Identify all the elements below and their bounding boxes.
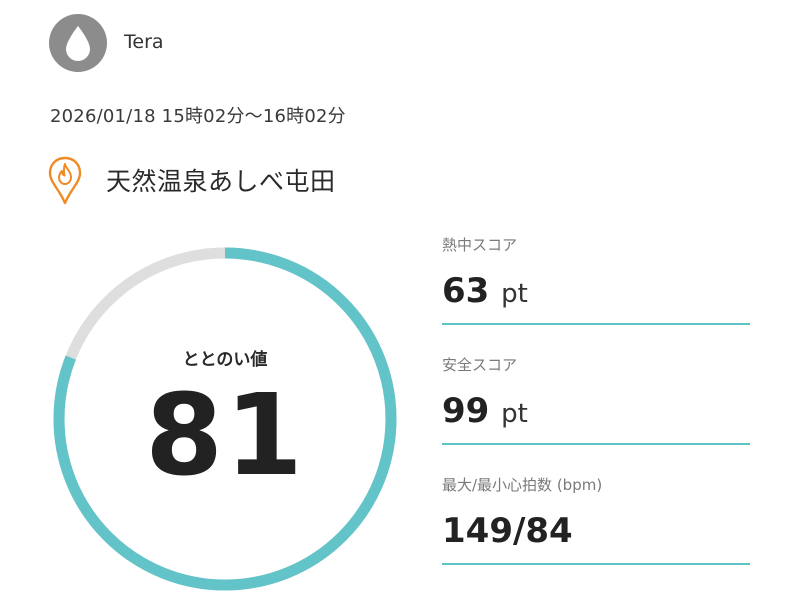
totonoi-gauge: ととのい値 81 [48, 242, 402, 596]
metric-unit: pt [501, 279, 528, 309]
metrics-panel: 熱中スコア 63 pt 安全スコア 99 pt 最大/最小心拍数 (bpm) 1… [442, 230, 750, 590]
metric-heat-score: 熱中スコア 63 pt [442, 230, 750, 350]
metric-value: 149/84 [442, 514, 573, 548]
session-datetime: 2026/01/18 15時02分〜16時02分 [50, 106, 346, 127]
metric-value: 63 pt [442, 274, 528, 308]
metric-unit: pt [501, 399, 528, 429]
metric-label: 熱中スコア [442, 236, 518, 254]
facility-name[interactable]: 天然温泉あしべ屯田 [106, 162, 336, 198]
metric-label: 最大/最小心拍数 (bpm) [442, 476, 603, 494]
metric-number: 149/84 [442, 511, 573, 551]
totonoi-value: 81 [145, 371, 305, 501]
metric-safety-score: 安全スコア 99 pt [442, 350, 750, 470]
water-drop-icon [66, 26, 90, 61]
user-name[interactable]: Tera [124, 31, 164, 53]
metric-heart-rate: 最大/最小心拍数 (bpm) 149/84 [442, 470, 750, 590]
metric-divider [442, 323, 750, 325]
metric-divider [442, 563, 750, 565]
avatar[interactable] [49, 14, 107, 72]
metric-value: 99 pt [442, 394, 528, 428]
metric-label: 安全スコア [442, 356, 518, 374]
metric-number: 99 [442, 391, 490, 431]
totonoi-label: ととのい値 [182, 350, 268, 370]
metric-divider [442, 443, 750, 445]
metric-number: 63 [442, 271, 490, 311]
flame-pin-icon [48, 156, 82, 205]
